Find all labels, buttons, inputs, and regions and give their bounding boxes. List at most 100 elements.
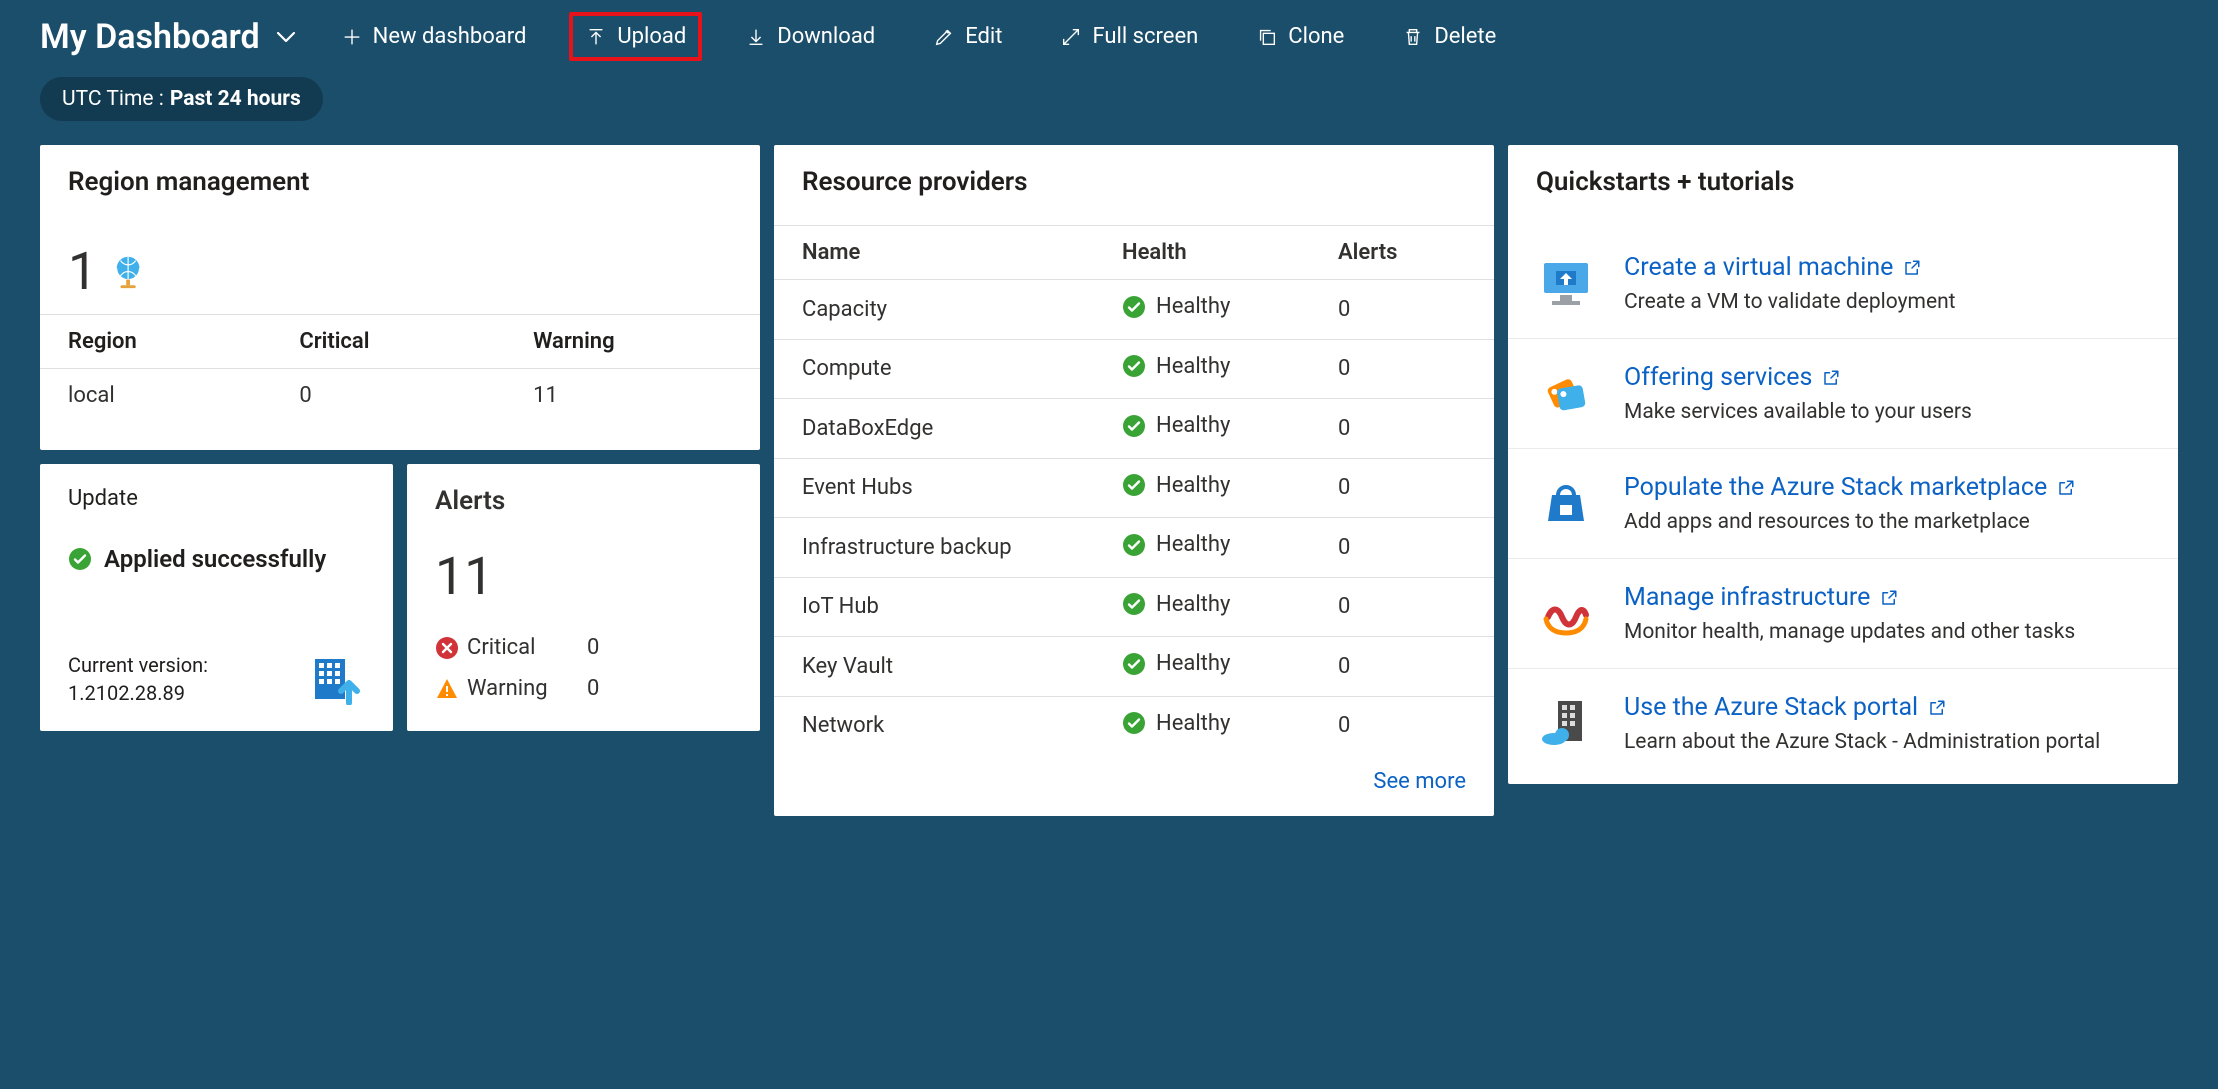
dashboard-title-selector[interactable]: My Dashboard [40, 17, 298, 57]
region-row[interactable]: local 0 11 [40, 369, 760, 423]
alert-critical-label: Critical [467, 635, 577, 660]
globe-icon [111, 253, 149, 291]
quickstart-item: Offering services Make services available… [1508, 338, 2178, 448]
alerts-tile: Alerts 11 Critical 0 Warning 0 [407, 464, 760, 731]
quickstart-desc: Monitor health, manage updates and other… [1624, 620, 2075, 644]
new-dashboard-button[interactable]: New dashboard [326, 13, 542, 60]
edit-button[interactable]: Edit [918, 13, 1017, 60]
quickstart-link[interactable]: Offering services [1624, 363, 1840, 392]
rp-row[interactable]: ComputeHealthy0 [774, 339, 1494, 399]
col-warning: Warning [505, 315, 760, 369]
region-table-header: Region Critical Warning [40, 315, 760, 369]
delete-button[interactable]: Delete [1387, 13, 1511, 60]
time-range-filter[interactable]: UTC Time : Past 24 hours [40, 77, 323, 121]
error-icon [435, 636, 459, 660]
rp-name: Compute [774, 339, 1098, 399]
see-more-link[interactable]: See more [774, 755, 1494, 816]
quickstart-link[interactable]: Manage infrastructure [1624, 583, 1898, 612]
col-health: Health [1098, 226, 1314, 280]
rp-row[interactable]: Key VaultHealthy0 [774, 637, 1494, 697]
fullscreen-icon [1060, 26, 1082, 48]
healthy-icon [1122, 473, 1146, 497]
healthy-icon [1122, 533, 1146, 557]
healthy-icon [1122, 652, 1146, 676]
resource-providers-table: Name Health Alerts CapacityHealthy0Compu… [774, 225, 1494, 755]
new-dashboard-label: New dashboard [373, 24, 527, 49]
time-filter-value: Past 24 hours [170, 87, 301, 111]
rp-alerts: 0 [1314, 399, 1494, 459]
col-region: Region [40, 315, 271, 369]
rp-row[interactable]: Infrastructure backupHealthy0 [774, 518, 1494, 578]
rp-health: Healthy [1098, 577, 1314, 637]
upload-label: Upload [617, 24, 686, 49]
quickstarts-title: Quickstarts + tutorials [1508, 145, 2178, 211]
upload-button[interactable]: Upload [569, 12, 702, 61]
quickstart-infra-icon [1536, 583, 1596, 643]
clone-button[interactable]: Clone [1241, 13, 1359, 60]
rp-row[interactable]: IoT HubHealthy0 [774, 577, 1494, 637]
rp-health: Healthy [1098, 458, 1314, 518]
external-link-icon [1880, 589, 1898, 607]
rp-name: Capacity [774, 280, 1098, 340]
resource-providers-tile: Resource providers Name Health Alerts Ca… [774, 145, 1494, 816]
quickstart-desc: Add apps and resources to the marketplac… [1624, 510, 2075, 534]
rp-name: Infrastructure backup [774, 518, 1098, 578]
quickstart-link[interactable]: Populate the Azure Stack marketplace [1624, 473, 2075, 502]
alert-critical-value: 0 [577, 635, 732, 660]
quickstart-item: Create a virtual machine Create a VM to v… [1508, 229, 2178, 338]
edit-label: Edit [965, 24, 1002, 49]
dashboard-title: My Dashboard [40, 17, 260, 57]
alert-critical-row[interactable]: Critical 0 [435, 627, 732, 668]
quickstarts-tile: Quickstarts + tutorials Create a virtual… [1508, 145, 2178, 784]
alert-warning-row[interactable]: Warning 0 [435, 668, 732, 709]
building-update-icon [309, 653, 365, 705]
clone-icon [1256, 26, 1278, 48]
healthy-icon [1122, 414, 1146, 438]
delete-label: Delete [1434, 24, 1496, 49]
rp-alerts: 0 [1314, 339, 1494, 399]
quickstart-link[interactable]: Use the Azure Stack portal [1624, 693, 1946, 722]
quickstart-desc: Create a VM to validate deployment [1624, 290, 1956, 314]
region-management-title: Region management [40, 145, 760, 225]
quickstart-item: Populate the Azure Stack marketplace Add … [1508, 448, 2178, 558]
fullscreen-button[interactable]: Full screen [1045, 13, 1213, 60]
col-alerts: Alerts [1314, 226, 1494, 280]
external-link-icon [1822, 369, 1840, 387]
resource-providers-title: Resource providers [774, 145, 1494, 225]
healthy-icon [1122, 711, 1146, 735]
rp-row[interactable]: DataBoxEdgeHealthy0 [774, 399, 1494, 459]
region-table: Region Critical Warning local 0 11 [40, 314, 760, 450]
quickstart-item: Use the Azure Stack portalLearn about th… [1508, 668, 2178, 778]
success-icon [68, 547, 92, 571]
update-status-text: Applied successfully [104, 545, 326, 573]
version-label: Current version: [68, 653, 208, 677]
rp-health: Healthy [1098, 518, 1314, 578]
rp-alerts: 0 [1314, 280, 1494, 340]
rp-health: Healthy [1098, 637, 1314, 697]
rp-name: DataBoxEdge [774, 399, 1098, 459]
quickstart-desc: Make services available to your users [1624, 400, 1972, 424]
rp-header-row: Name Health Alerts [774, 226, 1494, 280]
version-value: 1.2102.28.89 [68, 681, 208, 705]
download-button[interactable]: Download [730, 13, 890, 60]
rp-row[interactable]: NetworkHealthy0 [774, 696, 1494, 755]
region-critical: 0 [271, 369, 505, 423]
region-name: local [40, 369, 271, 423]
trash-icon [1402, 26, 1424, 48]
rp-alerts: 0 [1314, 637, 1494, 697]
rp-name: Key Vault [774, 637, 1098, 697]
region-count-row: 1 [40, 225, 760, 314]
quickstart-link[interactable]: Create a virtual machine [1624, 253, 1921, 282]
download-icon [745, 26, 767, 48]
rp-health: Healthy [1098, 696, 1314, 755]
quickstart-item: Manage infrastructure Monitor health, man… [1508, 558, 2178, 668]
rp-row[interactable]: Event HubsHealthy0 [774, 458, 1494, 518]
rp-alerts: 0 [1314, 518, 1494, 578]
alert-warning-label: Warning [467, 676, 577, 701]
quickstart-vm-icon [1536, 253, 1596, 313]
rp-row[interactable]: CapacityHealthy0 [774, 280, 1494, 340]
chevron-down-icon [274, 25, 298, 49]
alerts-count: 11 [435, 546, 732, 607]
fullscreen-label: Full screen [1092, 24, 1198, 49]
rp-alerts: 0 [1314, 458, 1494, 518]
